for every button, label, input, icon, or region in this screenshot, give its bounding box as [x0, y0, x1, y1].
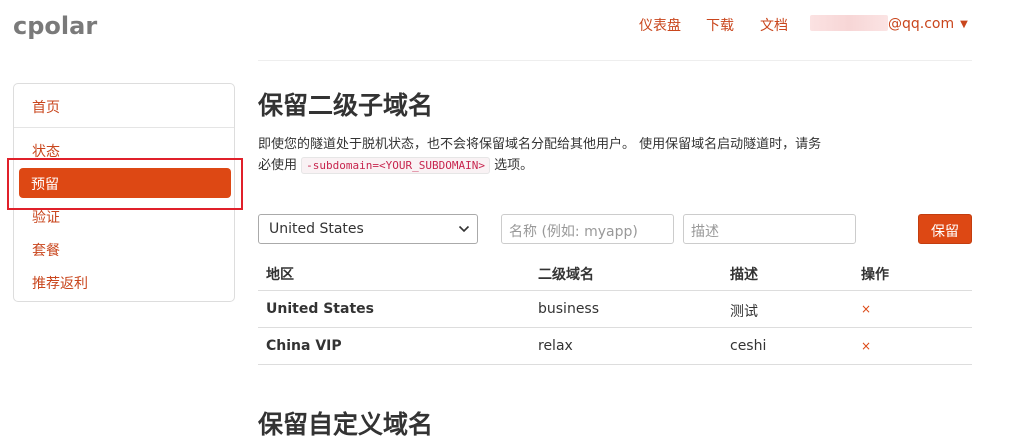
cell-subdomain: relax	[538, 338, 573, 354]
highlight-box	[7, 158, 243, 210]
delete-icon[interactable]: ×	[861, 339, 871, 353]
chevron-down-icon	[458, 225, 470, 233]
sidebar-item-referral[interactable]: 推荐返利	[32, 273, 88, 293]
subdomain-name-input[interactable]: 名称 (例如: myapp)	[501, 214, 674, 244]
header-divider	[258, 60, 972, 61]
cell-description: 测试	[730, 304, 758, 320]
nav-dashboard-link[interactable]: 仪表盘	[639, 15, 681, 35]
sidebar-item-verify[interactable]: 验证	[32, 207, 60, 227]
cell-subdomain: business	[538, 301, 600, 317]
delete-icon[interactable]: ×	[861, 302, 871, 316]
page-description: 即使您的隧道处于脱机状态，也不会将保留域名分配给其他用户。 使用保留域名启动隧道…	[258, 134, 828, 176]
redacted-email-mask	[810, 15, 888, 31]
brand-logo[interactable]: cpolar	[13, 12, 97, 40]
region-select[interactable]: United States	[258, 214, 478, 244]
reserve-button[interactable]: 保留	[918, 214, 972, 244]
column-header-description: 描述	[730, 267, 758, 283]
subdomain-description-input[interactable]: 描述	[683, 214, 856, 244]
table-divider	[258, 290, 972, 291]
column-header-subdomain: 二级域名	[538, 267, 594, 283]
page-title: 保留二级子域名	[258, 91, 434, 120]
sidebar-divider	[14, 127, 234, 128]
user-menu[interactable]: @qq.com ▼	[810, 15, 968, 32]
user-email-suffix: @qq.com	[888, 16, 955, 32]
column-header-action: 操作	[861, 267, 889, 283]
region-select-value: United States	[269, 221, 364, 237]
nav-download-link[interactable]: 下载	[706, 15, 734, 35]
subdomain-code: -subdomain=<YOUR_SUBDOMAIN>	[301, 157, 490, 174]
nav-docs-link[interactable]: 文档	[760, 15, 788, 35]
sidebar-item-plans[interactable]: 套餐	[32, 240, 60, 260]
sidebar-item-home[interactable]: 首页	[32, 97, 60, 117]
table-divider	[258, 327, 972, 328]
column-header-region: 地区	[266, 267, 294, 283]
cell-region: China VIP	[266, 338, 342, 354]
cell-region: United States	[266, 301, 374, 317]
caret-down-icon: ▼	[960, 19, 968, 30]
section-title-custom-domain: 保留自定义域名	[258, 410, 434, 439]
cell-description: ceshi	[730, 338, 767, 354]
table-divider	[258, 364, 972, 365]
description-suffix: 选项。	[494, 158, 534, 173]
